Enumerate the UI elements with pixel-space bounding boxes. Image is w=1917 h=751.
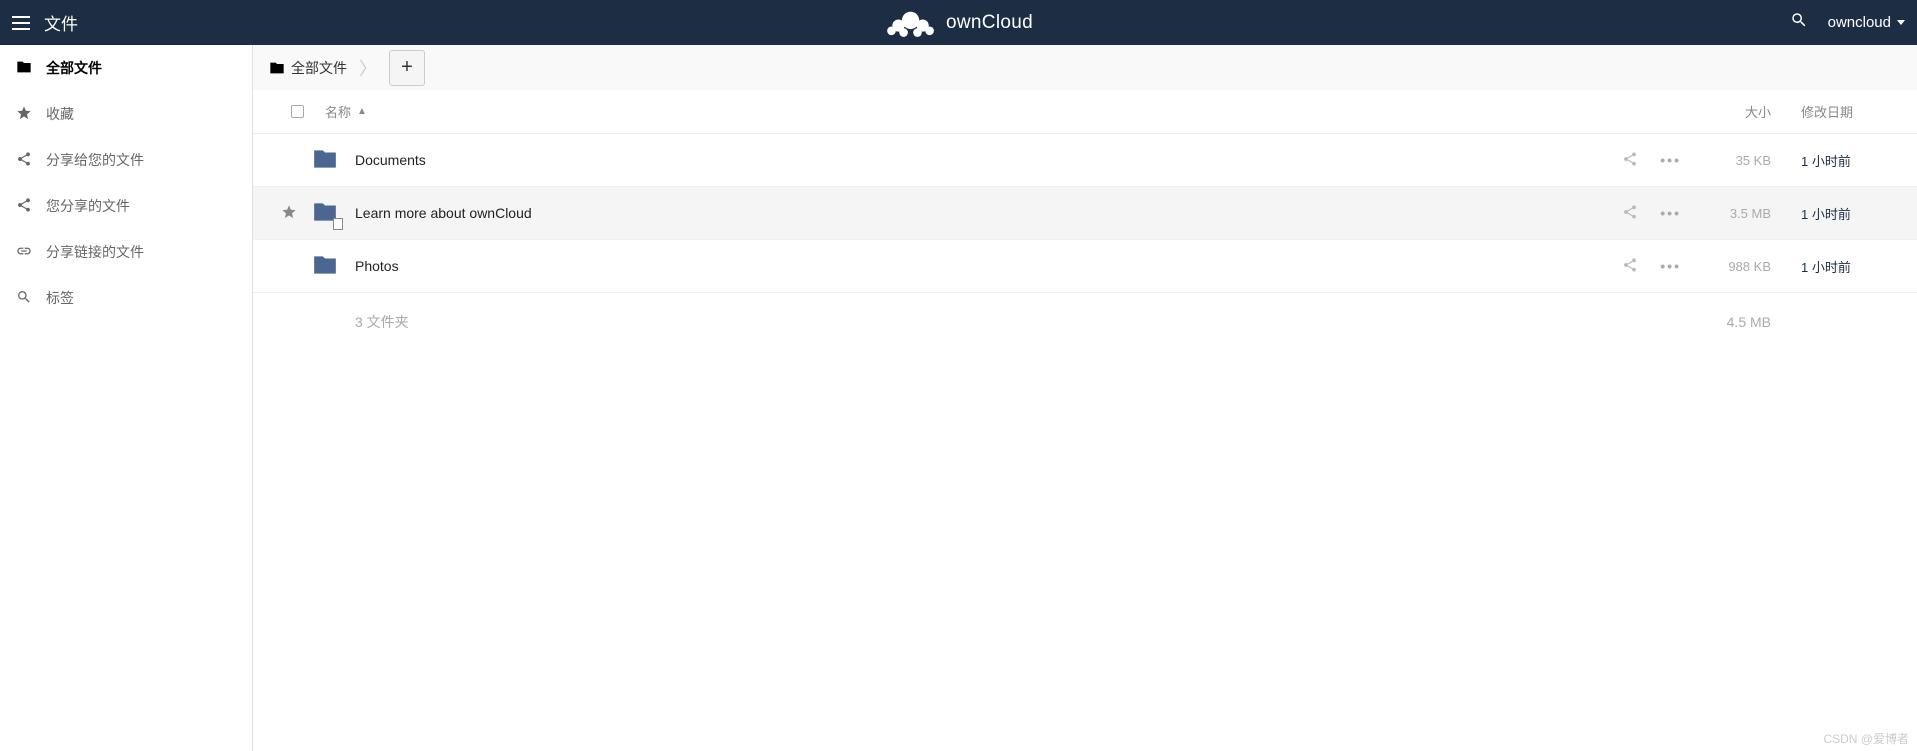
file-icon-column [309, 146, 355, 175]
file-row[interactable]: Learn more about ownCloud •••3.5 MB 1 小时前 [253, 187, 1917, 240]
file-name[interactable]: Learn more about ownCloud [355, 205, 1622, 221]
row-actions: ••• [1622, 151, 1681, 170]
app-label: 文件 [44, 10, 78, 35]
folder-icon [269, 60, 285, 76]
sidebar-item-label: 全部文件 [46, 58, 102, 78]
topbar-right: owncloud [1790, 11, 1905, 34]
plus-icon: + [401, 56, 413, 79]
link-icon [16, 243, 32, 262]
user-name: owncloud [1828, 14, 1891, 31]
sidebar-item-label: 标签 [46, 288, 74, 308]
date-column-header[interactable]: 修改日期 [1801, 102, 1901, 121]
caret-down-icon [1897, 20, 1905, 25]
select-all-column [269, 105, 325, 118]
name-header-label: 名称 [325, 102, 351, 121]
sidebar-item-3[interactable]: 您分享的文件 [0, 183, 252, 229]
topbar-left: 文件 [12, 10, 78, 35]
file-icon-column [309, 199, 355, 228]
file-date: 1 小时前 [1801, 151, 1901, 170]
list-header: 名称 ▲ 大小 修改日期 [253, 90, 1917, 134]
size-column-header[interactable]: 大小 [1681, 102, 1771, 121]
owncloud-logo-icon [884, 8, 936, 38]
sidebar-item-label: 收藏 [46, 104, 74, 124]
sidebar-item-5[interactable]: 标签 [0, 275, 252, 321]
watermark: CSDN @爱博者 [1823, 730, 1909, 747]
file-date: 1 小时前 [1801, 204, 1901, 223]
share-icon[interactable] [1622, 204, 1638, 223]
sidebar: 全部文件收藏分享给您的文件您分享的文件分享链接的文件标签 [0, 45, 253, 751]
topbar-center: ownCloud [884, 8, 1033, 38]
select-all-checkbox[interactable] [291, 105, 304, 118]
file-list: Documents•••35 KB1 小时前Learn more about o… [253, 134, 1917, 293]
summary-size: 4.5 MB [1681, 314, 1771, 330]
file-size: 3.5 MB [1681, 206, 1771, 221]
star-column [269, 204, 309, 223]
file-row[interactable]: Photos •••988 KB 1 小时前 [253, 240, 1917, 293]
file-row[interactable]: Documents •••35 KB 1 小时前 [253, 134, 1917, 187]
breadcrumb-root[interactable]: 全部文件 [291, 58, 347, 78]
breadcrumb-bar: 全部文件 〉 + [253, 45, 1917, 90]
folder-icon [16, 59, 32, 78]
more-actions-icon[interactable]: ••• [1660, 205, 1681, 221]
shared-folder-icon [309, 199, 341, 228]
file-name[interactable]: Documents [355, 152, 1622, 168]
star-icon [16, 105, 32, 124]
sidebar-item-1[interactable]: 收藏 [0, 91, 252, 137]
sidebar-item-label: 分享给您的文件 [46, 150, 144, 170]
layout: 全部文件收藏分享给您的文件您分享的文件分享链接的文件标签 全部文件 〉 + 名称… [0, 45, 1917, 751]
sort-ascending-icon: ▲ [357, 106, 367, 117]
share-icon [16, 197, 32, 216]
search-button[interactable] [1790, 11, 1808, 34]
sidebar-item-0[interactable]: 全部文件 [0, 45, 252, 91]
row-actions: ••• [1622, 257, 1681, 276]
sidebar-item-label: 您分享的文件 [46, 196, 130, 216]
menu-icon[interactable] [12, 16, 30, 30]
search-icon [1790, 11, 1808, 29]
more-actions-icon[interactable]: ••• [1660, 152, 1681, 168]
share-icon[interactable] [1622, 151, 1638, 170]
summary-count: 3 文件夹 [355, 312, 1681, 332]
file-date: 1 小时前 [1801, 257, 1901, 276]
search-icon [16, 289, 32, 308]
folder-icon [309, 146, 341, 172]
top-bar: 文件 ownCloud owncloud [0, 0, 1917, 45]
file-size: 35 KB [1681, 153, 1771, 168]
summary-row: 3 文件夹 4.5 MB [253, 293, 1917, 351]
brand-name: ownCloud [946, 12, 1033, 34]
user-menu[interactable]: owncloud [1828, 14, 1905, 31]
file-size: 988 KB [1681, 259, 1771, 274]
name-column-header[interactable]: 名称 ▲ [325, 102, 1681, 121]
row-actions: ••• [1622, 204, 1681, 223]
share-icon [16, 151, 32, 170]
sidebar-item-2[interactable]: 分享给您的文件 [0, 137, 252, 183]
main: 全部文件 〉 + 名称 ▲ 大小 修改日期 Documents•••35 KB1… [253, 45, 1917, 751]
add-button[interactable]: + [389, 50, 425, 86]
more-actions-icon[interactable]: ••• [1660, 258, 1681, 274]
folder-icon [309, 252, 341, 278]
breadcrumb-separator: 〉 [359, 55, 377, 81]
file-icon-column [309, 252, 355, 281]
sidebar-item-4[interactable]: 分享链接的文件 [0, 229, 252, 275]
star-icon[interactable] [281, 204, 297, 223]
sidebar-item-label: 分享链接的文件 [46, 242, 144, 262]
share-icon[interactable] [1622, 257, 1638, 276]
file-name[interactable]: Photos [355, 258, 1622, 274]
